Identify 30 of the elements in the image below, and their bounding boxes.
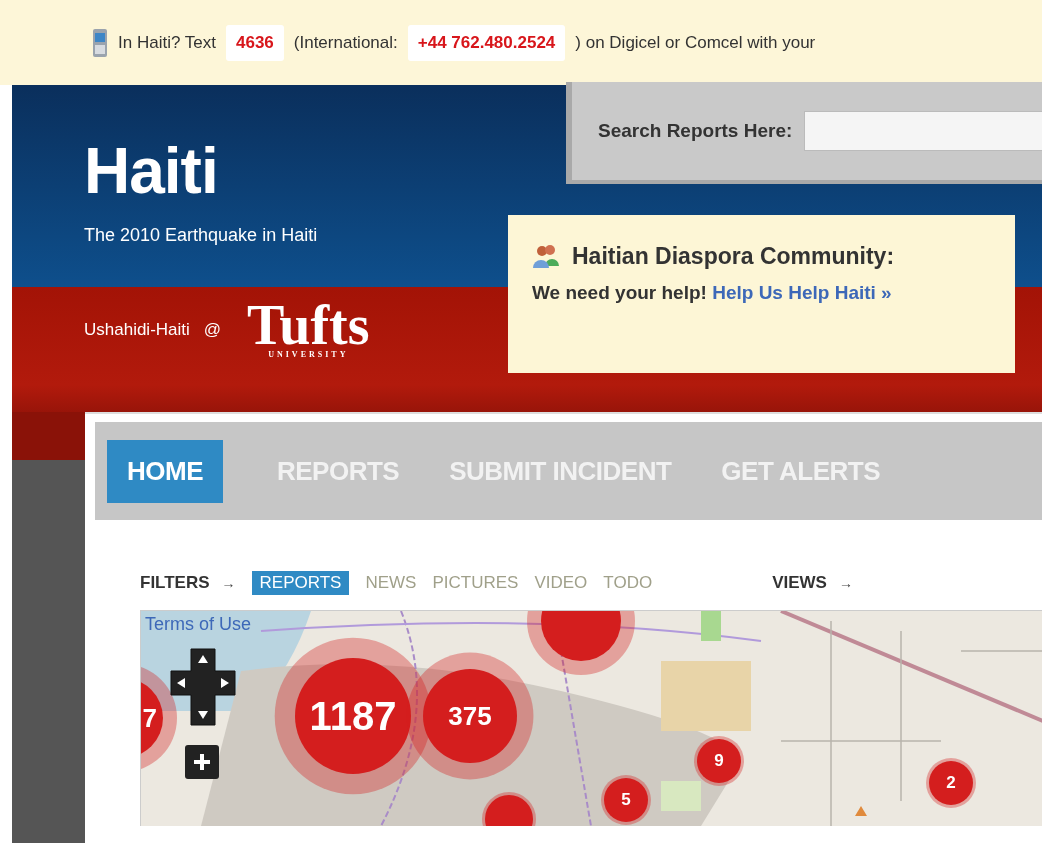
people-icon: [532, 243, 560, 270]
zoom-in-icon[interactable]: [185, 745, 219, 779]
alert-text: In Haiti? Text: [118, 32, 216, 53]
filter-tab[interactable]: PICTURES: [432, 573, 519, 593]
arrow-glyph: →: [221, 575, 236, 591]
terms-link[interactable]: Terms of Use: [145, 614, 252, 635]
university-logo[interactable]: Tufts: [247, 300, 370, 350]
sms-number: +44 762.480.2524: [407, 24, 566, 61]
views-label: VIEWS: [772, 573, 827, 593]
nav-tab[interactable]: HOME: [107, 439, 223, 503]
filter-tab[interactable]: TODO: [603, 573, 653, 593]
site-subtitle: The 2010 Earthquake in Haiti: [84, 225, 319, 246]
alert-text: (International:: [293, 32, 398, 53]
search-field[interactable]: [804, 111, 1042, 151]
sms-number: 4636: [225, 24, 284, 61]
filter-tab[interactable]: VIDEO: [534, 573, 588, 593]
at-sign: @: [203, 319, 222, 340]
callout-title: Haitian Diaspora Community:: [572, 243, 895, 270]
filters-label: FILTERS: [140, 573, 210, 593]
filter-tab[interactable]: REPORTS: [251, 571, 350, 595]
logo-subtitle: UNIVERSITY: [268, 350, 349, 359]
alert-text: ) on Digicel or Comcel with your: [575, 32, 816, 53]
filter-tab[interactable]: NEWS: [365, 573, 417, 593]
arrow-glyph: →: [838, 575, 853, 591]
site-title[interactable]: Haiti: [84, 135, 508, 207]
search-label: Search Reports Here:: [598, 120, 793, 142]
callout-text: We need your help! Help Us Help Haiti »: [532, 282, 893, 304]
partner-text: Ushahidi-Haiti: [84, 319, 190, 340]
mobile-phone-icon: [92, 27, 108, 58]
help-link[interactable]: Help Us Help Haiti »: [712, 282, 892, 303]
